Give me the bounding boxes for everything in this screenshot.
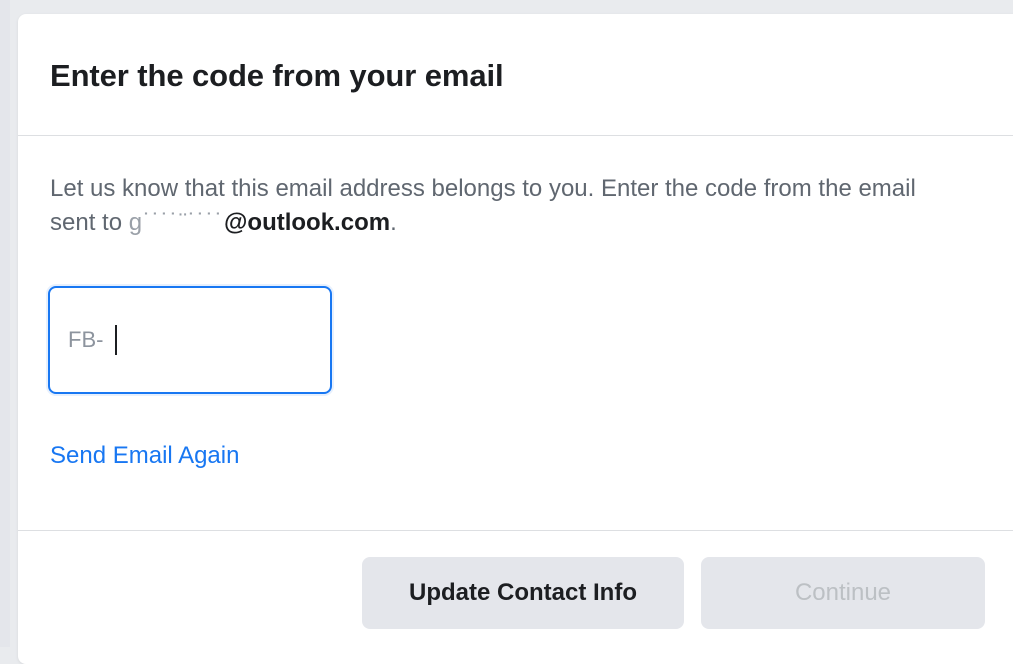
dialog-title: Enter the code from your email (50, 58, 504, 93)
dialog-header: Enter the code from your email (18, 14, 1013, 136)
verification-dialog: Enter the code from your email Let us kn… (18, 14, 1013, 664)
background-strip (0, 0, 10, 647)
text-caret (115, 325, 118, 355)
email-masked-part: g˙˙˙˙¨˙˙˙˙ (128, 209, 224, 236)
dialog-body: Let us know that this email address belo… (50, 172, 950, 240)
update-contact-info-button[interactable]: Update Contact Info (362, 557, 684, 629)
footer-divider (18, 530, 1013, 531)
description-suffix: . (390, 209, 397, 236)
send-email-again-link[interactable]: Send Email Again (50, 442, 239, 470)
email-address: g˙˙˙˙¨˙˙˙˙@outlook.com (129, 209, 390, 236)
code-input[interactable]: FB- (48, 286, 332, 394)
code-prefix: FB- (68, 327, 104, 352)
email-domain-part: @outlook.com (224, 209, 391, 236)
dialog-description: Let us know that this email address belo… (50, 172, 950, 240)
continue-button[interactable]: Continue (701, 557, 985, 629)
